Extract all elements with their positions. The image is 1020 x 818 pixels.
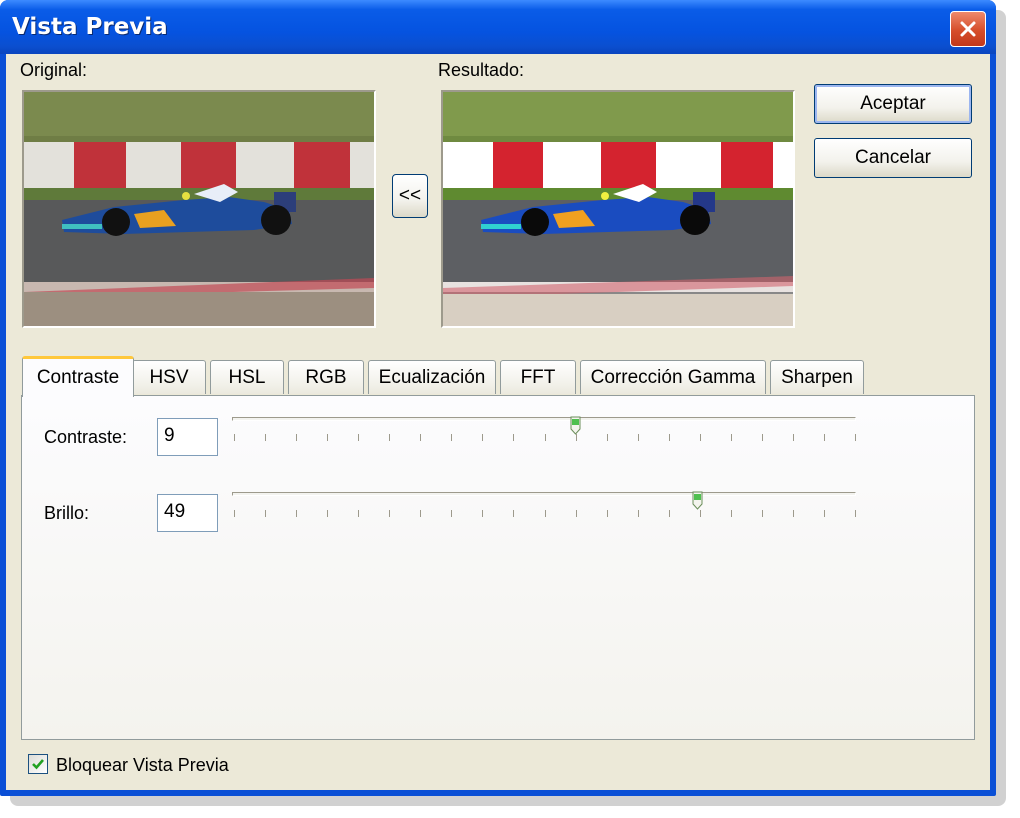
slider-tick: [576, 434, 577, 441]
close-icon: [960, 21, 976, 37]
slider-tick: [762, 434, 763, 441]
tab-contrast[interactable]: Contraste: [22, 356, 134, 397]
brightness-input[interactable]: 49: [157, 494, 218, 532]
slider-tick: [762, 510, 763, 517]
contrast-input[interactable]: 9: [157, 418, 218, 456]
slider-tick: [296, 510, 297, 517]
slider-tick: [793, 434, 794, 441]
close-button[interactable]: [950, 11, 986, 47]
tab-rgb[interactable]: RGB: [288, 360, 364, 394]
window-title: Vista Previa: [12, 14, 168, 40]
tab-hsl[interactable]: HSL: [210, 360, 284, 394]
slider-tick: [358, 434, 359, 441]
slider-tick: [669, 510, 670, 517]
slider-tick: [513, 510, 514, 517]
slider-tick: [358, 510, 359, 517]
tab-hsv[interactable]: HSV: [132, 360, 206, 394]
tab-fft[interactable]: FFT: [500, 360, 576, 394]
slider-tick: [824, 434, 825, 441]
lock-preview-checkbox[interactable]: [28, 754, 48, 774]
tab-sharpen[interactable]: Sharpen: [770, 360, 864, 394]
contrast-slider-ticks: [234, 434, 856, 444]
original-label: Original:: [20, 60, 88, 80]
slider-tick: [731, 510, 732, 517]
lock-preview-label[interactable]: Bloquear Vista Previa: [56, 755, 229, 776]
slider-tick: [451, 434, 452, 441]
slider-tick: [700, 510, 701, 517]
tab-equalization[interactable]: Ecualización: [368, 360, 496, 394]
contrast-label: Contraste:: [44, 427, 128, 447]
slider-tick: [234, 510, 235, 517]
check-icon: [32, 759, 44, 770]
slider-tick: [513, 434, 514, 441]
contrast-slider-track[interactable]: [232, 417, 856, 421]
slider-tick: [389, 434, 390, 441]
slider-tick: [482, 510, 483, 517]
slider-tick: [327, 434, 328, 441]
slider-tick: [607, 510, 608, 517]
slider-tick: [638, 434, 639, 441]
title-bar[interactable]: Vista Previa: [0, 0, 996, 54]
slider-tick: [482, 434, 483, 441]
brightness-slider-thumb[interactable]: [692, 491, 703, 511]
slider-tick: [855, 434, 856, 441]
slider-tick: [234, 434, 235, 441]
slider-tick: [265, 434, 266, 441]
slider-tick: [607, 434, 608, 441]
copy-to-original-button[interactable]: <<: [392, 174, 428, 218]
cancel-button[interactable]: Cancelar: [814, 138, 972, 178]
result-label: Resultado:: [438, 60, 525, 80]
slider-tick: [638, 510, 639, 517]
original-image: [22, 90, 376, 328]
slider-tick: [669, 434, 670, 441]
slider-tick: [327, 510, 328, 517]
slider-tick: [700, 434, 701, 441]
slider-tick: [576, 510, 577, 517]
slider-tick: [389, 510, 390, 517]
slider-tick: [545, 434, 546, 441]
slider-tick: [731, 434, 732, 441]
slider-tick: [545, 510, 546, 517]
brightness-slider-ticks: [234, 510, 856, 520]
tab-gamma-correction[interactable]: Corrección Gamma: [580, 360, 766, 394]
brightness-label: Brillo:: [44, 503, 90, 523]
slider-tick: [420, 434, 421, 441]
dialog-client: Original: Resultado: << Aceptar Cancelar…: [6, 54, 990, 790]
brightness-slider-track[interactable]: [232, 492, 856, 496]
slider-tick: [855, 510, 856, 517]
accept-button[interactable]: Aceptar: [814, 84, 972, 124]
slider-tick: [265, 510, 266, 517]
slider-tick: [420, 510, 421, 517]
result-image: [441, 90, 795, 328]
slider-tick: [451, 510, 452, 517]
slider-tick: [793, 510, 794, 517]
contrast-slider-thumb[interactable]: [570, 416, 581, 436]
slider-tick: [296, 434, 297, 441]
slider-tick: [824, 510, 825, 517]
dialog-window: Vista Previa Original: Resultado: << Ace…: [0, 0, 996, 796]
